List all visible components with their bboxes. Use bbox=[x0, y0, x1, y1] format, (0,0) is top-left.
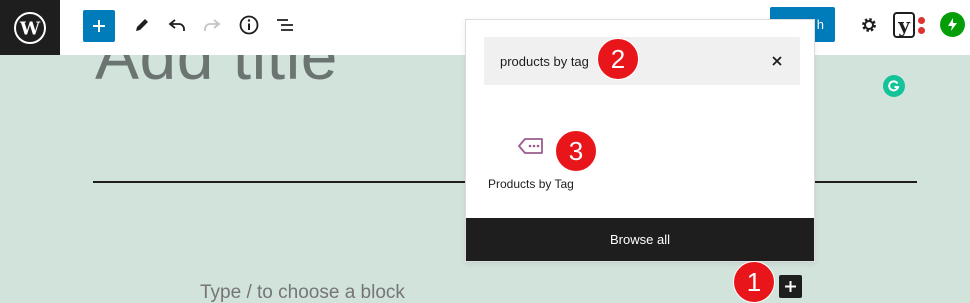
pencil-icon[interactable] bbox=[126, 9, 158, 41]
info-icon[interactable] bbox=[233, 9, 265, 41]
yoast-status-dots bbox=[918, 16, 925, 34]
add-block-button[interactable] bbox=[83, 10, 115, 42]
undo-icon[interactable] bbox=[161, 9, 193, 41]
step-marker-1: 1 bbox=[733, 261, 775, 303]
grammarly-icon[interactable] bbox=[883, 75, 905, 97]
block-inserter-popover: Products by Tag Browse all bbox=[465, 19, 815, 262]
inserter-search bbox=[484, 37, 800, 85]
block-result-label: Products by Tag bbox=[488, 177, 574, 191]
step-marker-3: 3 bbox=[555, 130, 597, 172]
yoast-letter: y bbox=[893, 12, 915, 38]
wordpress-icon[interactable]: W bbox=[0, 0, 60, 55]
step-marker-2: 2 bbox=[597, 38, 639, 80]
block-placeholder[interactable]: Type / to choose a block bbox=[200, 282, 405, 303]
yoast-icon[interactable]: y bbox=[893, 11, 927, 39]
inline-add-block-button[interactable] bbox=[779, 275, 802, 298]
redo-icon bbox=[196, 9, 228, 41]
list-view-icon[interactable] bbox=[269, 9, 301, 41]
gear-icon[interactable] bbox=[853, 9, 885, 41]
browse-all-button[interactable]: Browse all bbox=[466, 218, 814, 261]
svg-text:W: W bbox=[19, 18, 41, 39]
tag-icon bbox=[517, 135, 545, 157]
close-icon[interactable] bbox=[768, 52, 786, 70]
jetpack-icon[interactable] bbox=[940, 12, 965, 37]
